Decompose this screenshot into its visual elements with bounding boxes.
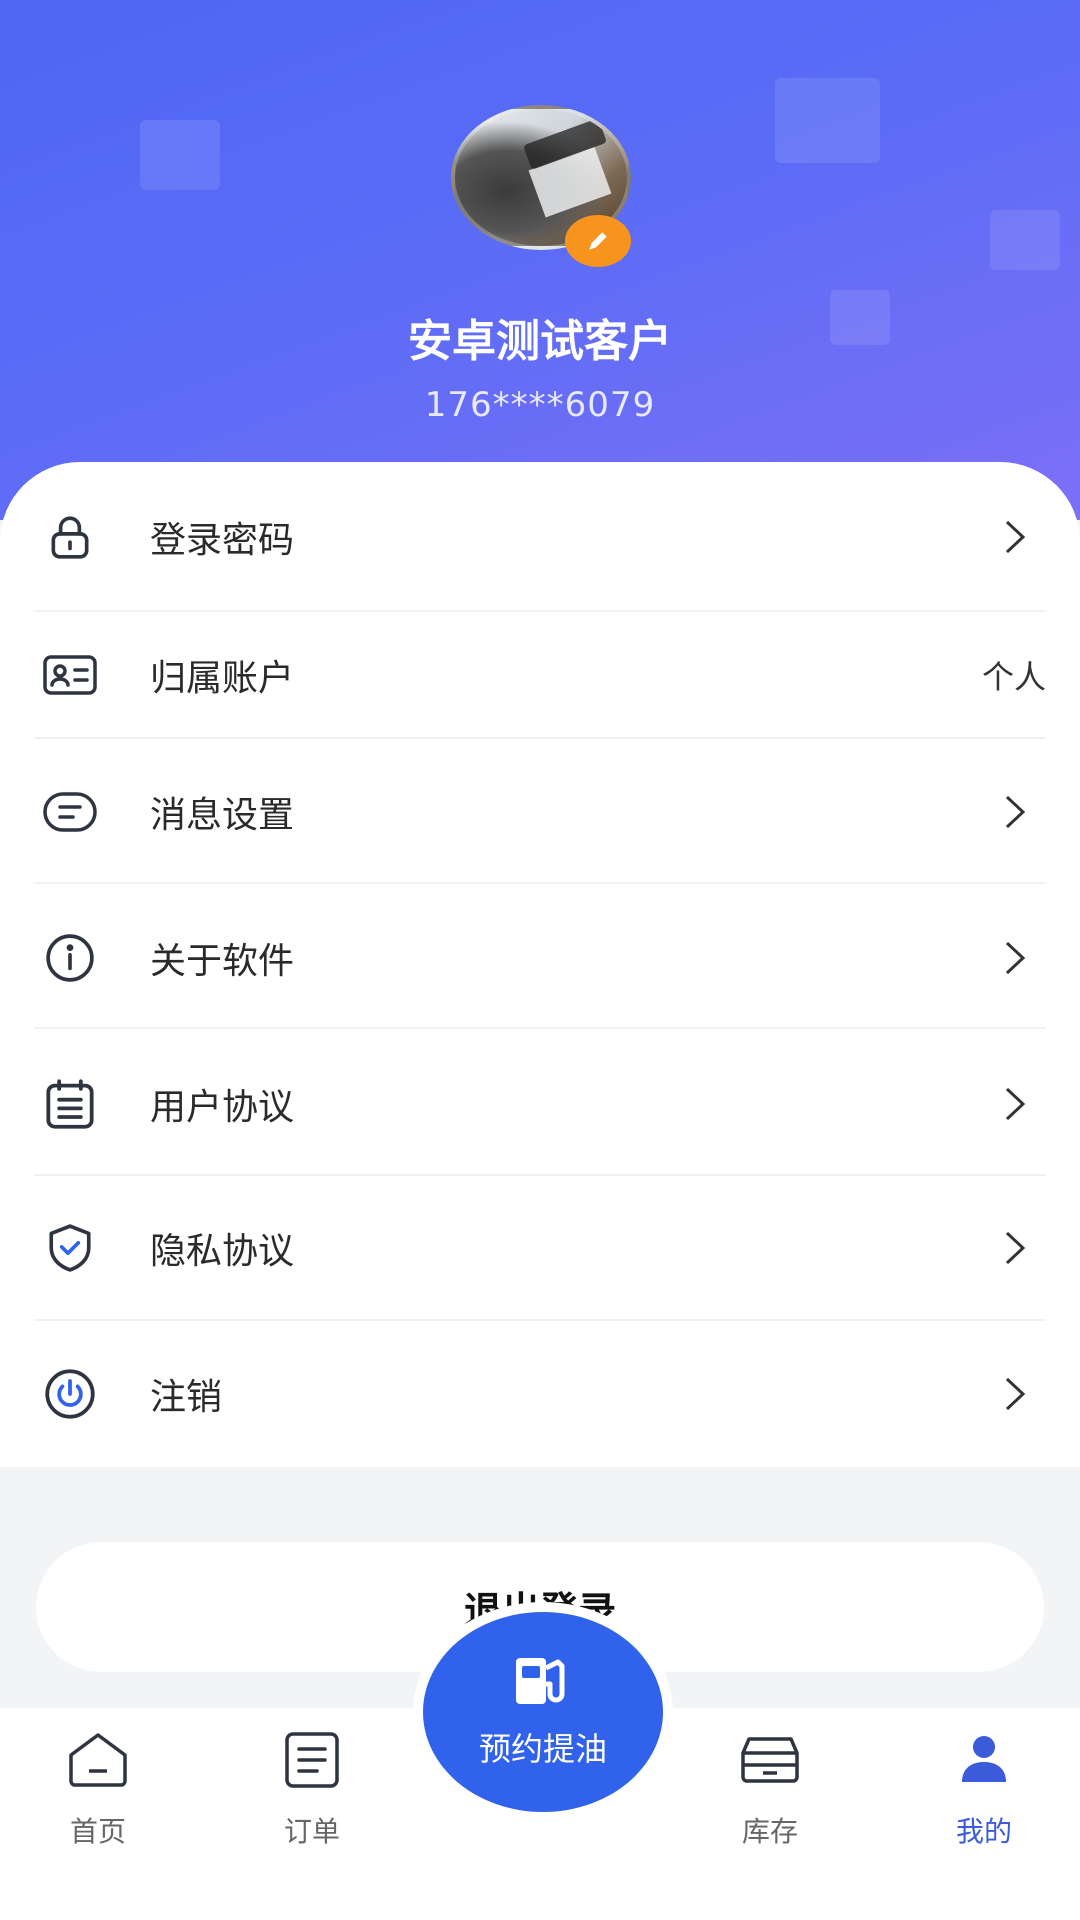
nav-item-mine[interactable]: 我的 bbox=[904, 1728, 1064, 1878]
inventory-icon bbox=[738, 1728, 802, 1792]
menu-item-login-password[interactable]: 登录密码 bbox=[0, 477, 1080, 597]
nav-item-home[interactable]: 首页 bbox=[18, 1728, 178, 1878]
menu-item-account-affiliation[interactable]: 归属账户 个人 bbox=[0, 615, 1080, 735]
menu-item-cancel-account[interactable]: 注销 bbox=[0, 1334, 1080, 1454]
avatar-container[interactable] bbox=[451, 105, 631, 267]
nav-item-orders[interactable]: 订单 bbox=[232, 1728, 392, 1878]
menu-item-label: 隐私协议 bbox=[150, 1231, 295, 1272]
menu-item-label: 消息设置 bbox=[150, 795, 295, 836]
menu-item-privacy-agreement[interactable]: 隐私协议 bbox=[0, 1188, 1080, 1308]
divider bbox=[34, 610, 1046, 612]
menu-item-label: 用户协议 bbox=[150, 1087, 295, 1128]
chevron-right-icon bbox=[1000, 1374, 1030, 1414]
divider bbox=[34, 1319, 1046, 1321]
lock-icon bbox=[42, 509, 98, 565]
divider bbox=[34, 882, 1046, 884]
nav-label: 订单 bbox=[283, 1815, 340, 1848]
edit-avatar-button[interactable] bbox=[565, 215, 631, 267]
menu-item-label: 关于软件 bbox=[150, 941, 295, 982]
info-icon bbox=[42, 930, 98, 986]
menu-item-about-software[interactable]: 关于软件 bbox=[0, 898, 1080, 1018]
menu-item-label: 注销 bbox=[150, 1377, 223, 1418]
user-name: 安卓测试客户 bbox=[408, 316, 672, 367]
chevron-right-icon bbox=[1000, 1084, 1030, 1124]
nav-label: 首页 bbox=[69, 1815, 126, 1848]
chevron-right-icon bbox=[1000, 1228, 1030, 1268]
divider bbox=[34, 1174, 1046, 1176]
nav-label: 我的 bbox=[955, 1815, 1012, 1848]
order-icon bbox=[280, 1728, 344, 1792]
nav-item-inventory[interactable]: 库存 bbox=[690, 1728, 850, 1878]
chevron-right-icon bbox=[1000, 792, 1030, 832]
reserve-fuel-button[interactable]: 预约提油 bbox=[423, 1612, 663, 1812]
message-icon bbox=[42, 784, 98, 840]
fuel-pump-icon bbox=[510, 1654, 576, 1714]
shield-check-icon bbox=[42, 1220, 98, 1276]
decor-square bbox=[775, 78, 880, 163]
home-icon bbox=[66, 1728, 130, 1792]
id-card-icon bbox=[42, 647, 98, 703]
nav-label: 库存 bbox=[741, 1815, 798, 1848]
divider bbox=[34, 737, 1046, 739]
menu-item-label: 归属账户 bbox=[150, 658, 295, 699]
pencil-icon bbox=[589, 232, 607, 250]
decor-square bbox=[990, 210, 1060, 270]
menu-item-message-settings[interactable]: 消息设置 bbox=[0, 752, 1080, 872]
reserve-fuel-label: 预约提油 bbox=[478, 1730, 607, 1768]
power-icon bbox=[42, 1366, 98, 1422]
divider bbox=[34, 1027, 1046, 1029]
document-icon bbox=[42, 1076, 98, 1132]
menu-item-label: 登录密码 bbox=[150, 520, 295, 561]
chevron-right-icon bbox=[1000, 938, 1030, 978]
user-phone: 176****6079 bbox=[424, 385, 656, 425]
chevron-right-icon bbox=[1000, 517, 1030, 557]
menu-item-user-agreement[interactable]: 用户协议 bbox=[0, 1044, 1080, 1164]
settings-menu: 登录密码 归属账户 个人 消息设置 关于软件 用户协议 隐私协议 注销 bbox=[0, 462, 1080, 1467]
decor-square bbox=[140, 120, 220, 190]
account-type-value: 个人 bbox=[981, 658, 1046, 696]
user-icon bbox=[952, 1728, 1016, 1792]
profile-header: 安卓测试客户 176****6079 bbox=[0, 0, 1080, 520]
